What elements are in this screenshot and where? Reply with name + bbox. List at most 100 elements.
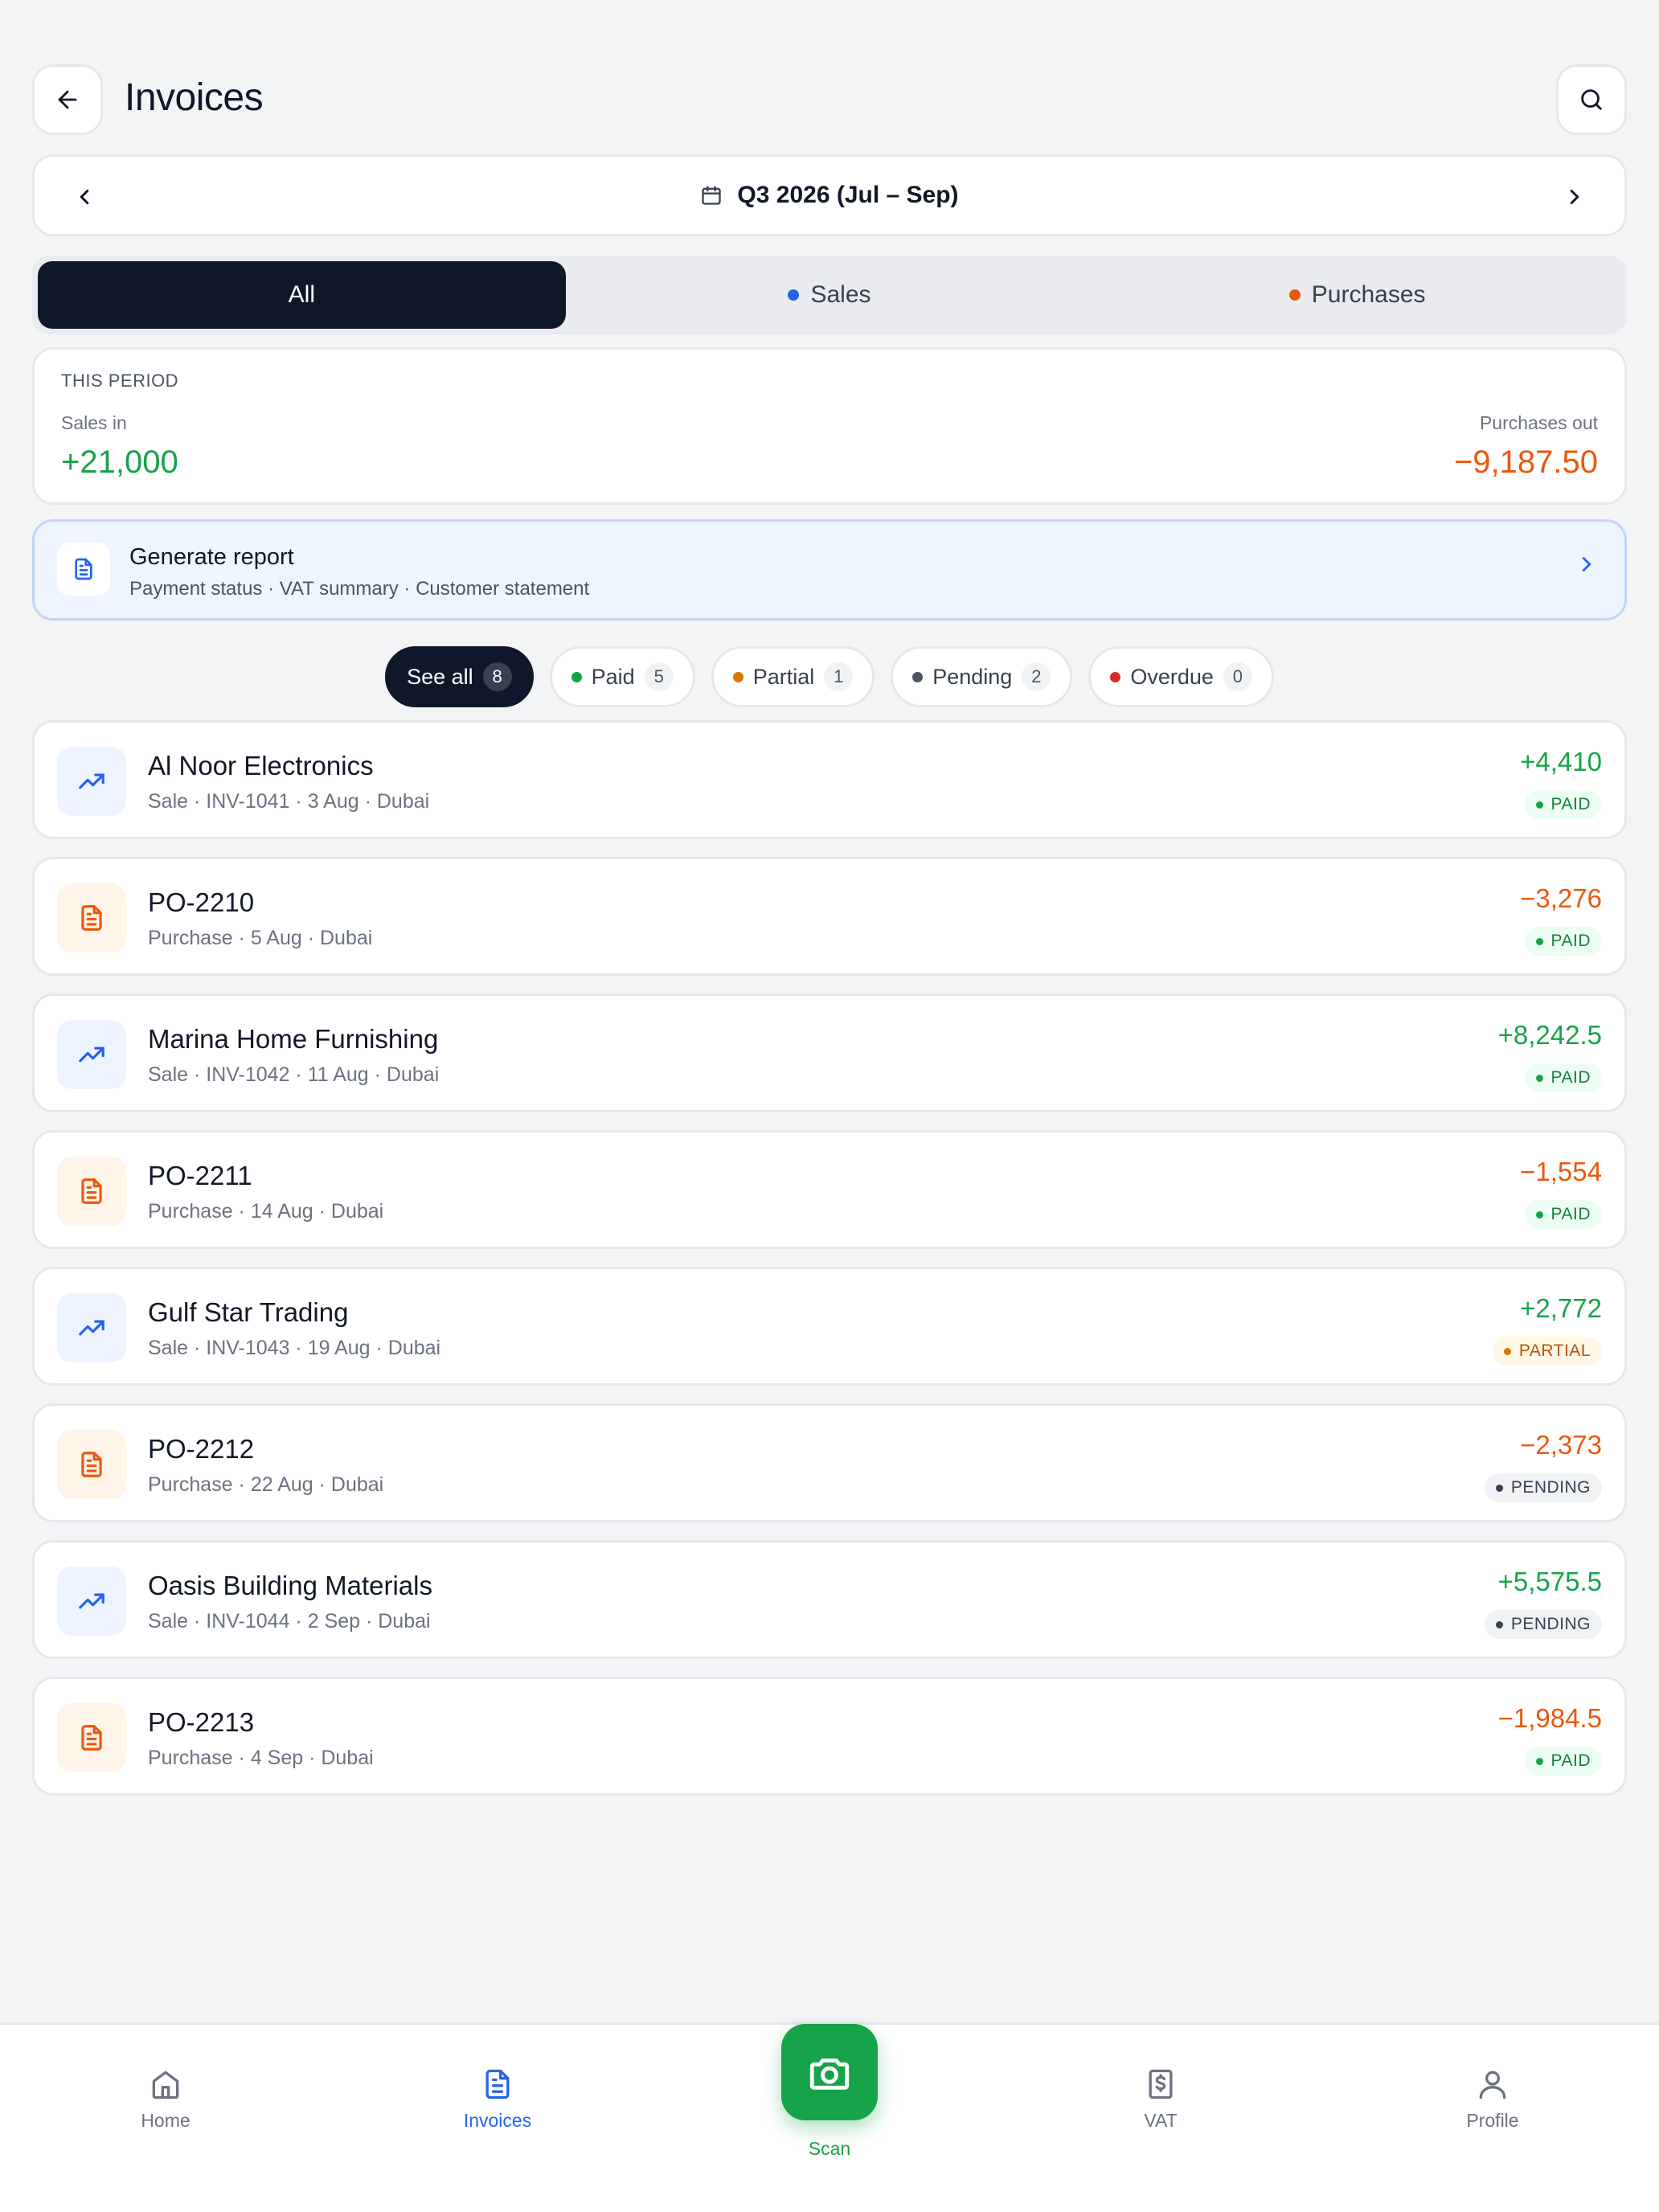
document-icon xyxy=(75,558,92,580)
overdue-dot xyxy=(1110,671,1121,682)
status-badge: PAID xyxy=(1524,927,1602,956)
status-text: PAID xyxy=(1550,795,1591,813)
invoice-name: PO-2212 xyxy=(148,1434,255,1464)
invoice-row[interactable]: PO-2213 Purchase · 4 Sep · Dubai −1,984.… xyxy=(32,1677,1627,1796)
invoice-list: Al Noor Electronics Sale · INV-1041 · 3 … xyxy=(32,720,1627,1813)
filter-count: 0 xyxy=(1223,662,1252,691)
invoice-amount: −3,276 xyxy=(1520,883,1602,913)
invoice-meta: Sale · INV-1041 · 3 Aug · Dubai xyxy=(148,790,430,813)
document-icon xyxy=(81,1452,102,1477)
generate-report-button[interactable]: Generate report Payment status · VAT sum… xyxy=(32,519,1627,621)
tab-all[interactable]: All xyxy=(38,261,566,329)
chevron-right-icon xyxy=(1582,557,1591,571)
filter-pending[interactable]: Pending 2 xyxy=(891,646,1073,707)
report-icon-box xyxy=(57,543,110,596)
chevron-right-icon xyxy=(1570,190,1579,204)
purchase-icon-box xyxy=(57,1157,126,1226)
invoice-row[interactable]: PO-2211 Purchase · 14 Aug · Dubai −1,554… xyxy=(32,1130,1627,1249)
invoice-amount: +5,575.5 xyxy=(1497,1567,1602,1596)
filter-count: 5 xyxy=(644,662,674,691)
nav-profile[interactable]: Profile xyxy=(1412,2067,1573,2132)
tab-label: Sales xyxy=(810,281,871,308)
invoice-row[interactable]: PO-2212 Purchase · 22 Aug · Dubai −2,373… xyxy=(32,1403,1627,1522)
invoice-amount: −1,984.5 xyxy=(1497,1703,1602,1733)
sale-icon-box xyxy=(57,1020,126,1089)
status-badge: PAID xyxy=(1524,1200,1602,1229)
status-badge: PENDING xyxy=(1484,1610,1602,1639)
sale-icon-box xyxy=(57,1293,126,1362)
tab-label: Purchases xyxy=(1311,281,1426,308)
next-period-button[interactable] xyxy=(1552,174,1597,219)
sales-in-label: Sales in xyxy=(61,412,127,433)
search-button[interactable] xyxy=(1556,64,1627,135)
report-chevron xyxy=(1575,552,1599,576)
nav-vat[interactable]: VAT xyxy=(1080,2067,1241,2132)
pending-dot xyxy=(912,671,924,682)
purchases-dot xyxy=(1288,289,1301,301)
filter-label: See all xyxy=(407,664,473,689)
invoice-name: PO-2210 xyxy=(148,887,255,917)
tab-purchases[interactable]: Purchases xyxy=(1093,261,1621,329)
invoice-row[interactable]: PO-2210 Purchase · 5 Aug · Dubai −3,276 … xyxy=(32,857,1627,976)
nav-home[interactable]: Home xyxy=(85,2067,246,2132)
invoice-row[interactable]: Al Noor Electronics Sale · INV-1041 · 3 … xyxy=(32,720,1627,839)
status-dot xyxy=(1535,937,1543,945)
invoice-meta: Sale · INV-1042 · 11 Aug · Dubai xyxy=(148,1063,440,1086)
trending-up-icon xyxy=(79,1047,104,1063)
period-summary: THIS PERIOD Sales in Purchases out +21,0… xyxy=(32,347,1627,505)
filter-see-all[interactable]: See all 8 xyxy=(385,646,534,707)
back-button[interactable] xyxy=(32,64,103,135)
page-title: Invoices xyxy=(125,76,264,119)
summary-heading: THIS PERIOD xyxy=(61,371,179,391)
camera-icon xyxy=(809,2058,850,2090)
filter-count: 8 xyxy=(482,662,512,691)
status-text: PENDING xyxy=(1510,1478,1591,1497)
status-dot xyxy=(1495,1620,1503,1628)
invoice-row[interactable]: Marina Home Furnishing Sale · INV-1042 ·… xyxy=(32,993,1627,1112)
invoice-row[interactable]: Gulf Star Trading Sale · INV-1043 · 19 A… xyxy=(32,1267,1627,1386)
period-selector: Q3 2026 (Jul – Sep) xyxy=(32,154,1627,236)
filter-partial[interactable]: Partial 1 xyxy=(711,646,875,707)
filter-label: Partial xyxy=(752,664,815,689)
document-icon xyxy=(81,1178,102,1204)
filter-overdue[interactable]: Overdue 0 xyxy=(1088,646,1274,707)
purchase-icon-box xyxy=(57,1703,126,1772)
invoice-amount: −1,554 xyxy=(1520,1157,1602,1186)
nav-label: VAT xyxy=(1144,2110,1178,2131)
tab-sales[interactable]: Sales xyxy=(566,261,1094,329)
filter-label: Pending xyxy=(932,664,1013,689)
filter-label: Paid xyxy=(591,664,635,689)
trending-up-icon xyxy=(79,773,104,789)
period-display[interactable]: Q3 2026 (Jul – Sep) xyxy=(35,157,1624,234)
invoice-name: PO-2211 xyxy=(148,1161,252,1190)
invoice-meta: Purchase · 5 Aug · Dubai xyxy=(148,927,373,949)
status-dot xyxy=(1535,1074,1543,1082)
receipt-dollar-icon xyxy=(1149,2069,1173,2099)
sales-dot xyxy=(788,289,800,301)
invoice-meta: Sale · INV-1043 · 19 Aug · Dubai xyxy=(148,1337,441,1359)
nav-label: Home xyxy=(141,2110,190,2131)
partial-dot xyxy=(732,671,743,682)
scan-button[interactable] xyxy=(781,2024,878,2120)
trending-up-icon xyxy=(79,1593,104,1609)
status-text: PAID xyxy=(1550,1205,1591,1223)
document-icon xyxy=(81,1725,102,1751)
invoice-row[interactable]: Oasis Building Materials Sale · INV-1044… xyxy=(32,1540,1627,1659)
document-icon xyxy=(485,2069,510,2099)
sale-icon-box xyxy=(57,1567,126,1636)
filter-paid[interactable]: Paid 5 xyxy=(549,646,695,707)
status-dot xyxy=(1495,1484,1503,1492)
status-dot xyxy=(1535,1210,1543,1219)
purchase-icon-box xyxy=(57,883,126,952)
filter-count: 1 xyxy=(824,662,854,691)
purchase-icon-box xyxy=(57,1430,126,1499)
invoice-name: Al Noor Electronics xyxy=(148,751,374,780)
nav-invoices[interactable]: Invoices xyxy=(417,2067,578,2132)
status-dot xyxy=(1535,1757,1543,1765)
purchases-out-value: −9,187.50 xyxy=(1453,444,1598,480)
scan-label: Scan xyxy=(808,2138,851,2159)
invoice-name: Gulf Star Trading xyxy=(148,1297,349,1327)
document-icon xyxy=(81,905,102,931)
nav-label: Invoices xyxy=(463,2110,532,2131)
invoice-meta: Sale · INV-1044 · 2 Sep · Dubai xyxy=(148,1610,431,1632)
